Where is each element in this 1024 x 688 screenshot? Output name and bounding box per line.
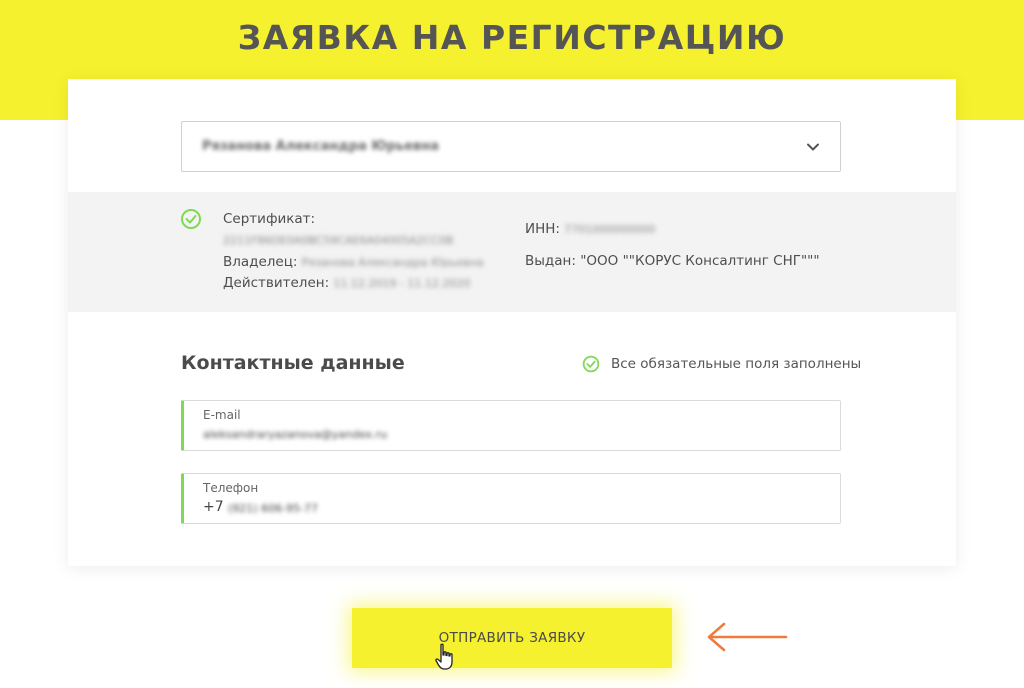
issuer-label: Выдан: [525,253,576,269]
owner-label: Владелец: [223,254,298,270]
certificate-info-panel: Сертификат: 2211F86DE0A0BC59CAE6A04005A2… [68,192,956,312]
phone-label: Телефон [203,481,259,495]
certificate-select[interactable]: Рязанова Александра Юрьевна [181,121,841,172]
email-label: E-mail [203,408,241,422]
valid-row: Действителен: 11.12.2019 - 11.12.2020 [223,274,470,293]
certificate-select-value: Рязанова Александра Юрьевна [202,139,440,154]
owner-value: Рязанова Александра Юрьевна [301,256,484,269]
submit-application-button[interactable]: ОТПРАВИТЬ ЗАЯВКУ [352,608,672,668]
chevron-down-icon [807,143,819,151]
page-title: ЗАЯВКА НА РЕГИСТРАЦИЮ [237,18,787,57]
phone-field[interactable]: Телефон +7 (921) 606-95-77 [181,473,841,524]
issuer-row: Выдан: "ООО ""КОРУС Консалтинг СНГ""" [525,252,820,270]
valid-value: 11.12.2019 - 11.12.2020 [333,277,471,290]
inn-value: 7701000000000 [564,223,656,236]
inn-row: ИНН: 7701000000000 [525,220,655,239]
owner-row: Владелец: Рязанова Александра Юрьевна [223,253,484,272]
registration-card: Рязанова Александра Юрьевна Сертификат: … [68,79,956,566]
email-field[interactable]: E-mail aleksandraryazanova@yandex.ru [181,400,841,451]
certificate-serial: 2211F86DE0A0BC59CAE6A04005A2CC0B [223,234,454,247]
certificate-label: Сертификат: [223,211,316,227]
valid-label: Действителен: [223,275,330,291]
arrow-left-icon [707,622,788,652]
issuer-value: "ООО ""КОРУС Консалтинг СНГ""" [580,253,820,269]
phone-prefix: +7 [203,499,224,515]
check-circle-icon [181,209,201,229]
check-circle-icon [582,355,600,373]
required-fields-status: Все обязательные поля заполнены [582,355,861,373]
phone-value: (921) 606-95-77 [228,502,319,515]
email-value: aleksandraryazanova@yandex.ru [203,428,388,441]
hand-pointer-icon [435,643,453,670]
contacts-title: Контактные данные [181,352,405,374]
inn-label: ИНН: [525,221,560,237]
required-fields-status-text: Все обязательные поля заполнены [611,356,862,372]
